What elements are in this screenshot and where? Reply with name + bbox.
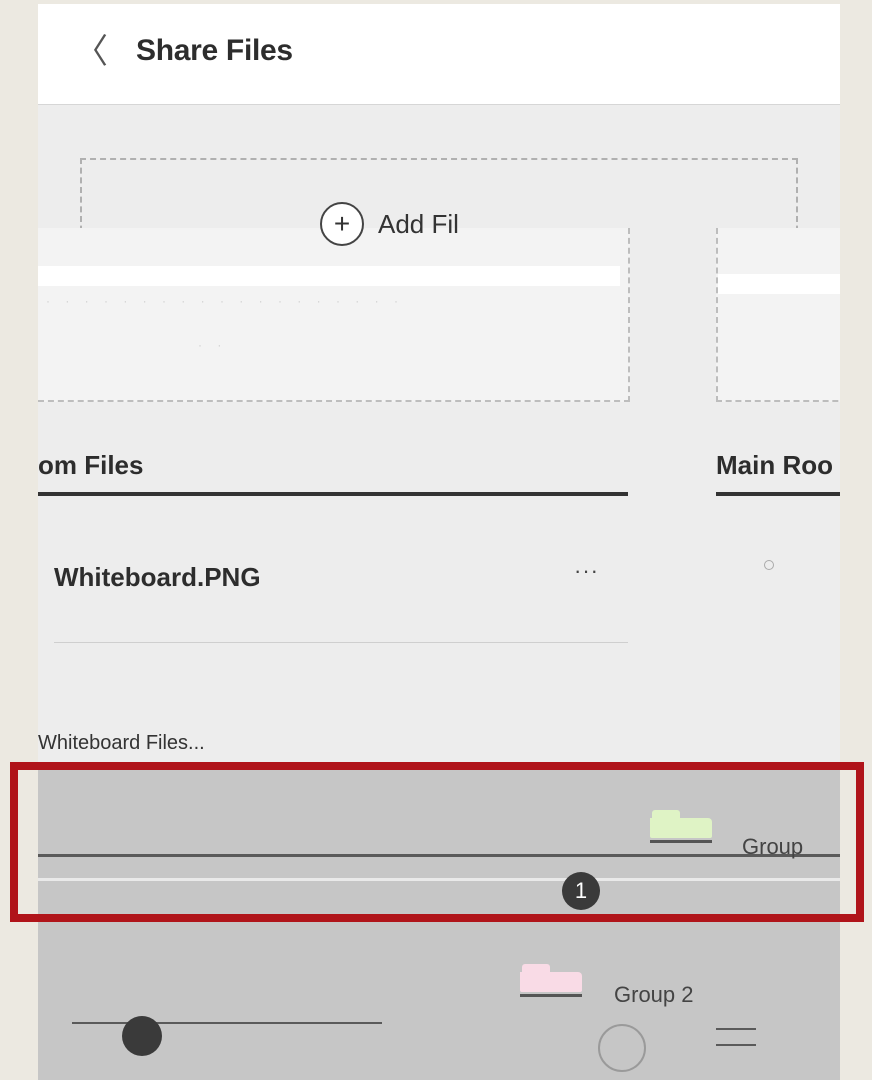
group-folder-icon (520, 964, 582, 998)
menu-icon[interactable] (716, 1044, 756, 1046)
menu-icon[interactable] (716, 1028, 756, 1030)
file-name: Whiteboard.PNG (54, 562, 261, 592)
folder-base (520, 994, 582, 997)
add-files-button[interactable]: + Add Fil (320, 202, 459, 246)
add-files-label: Add Fil (378, 208, 459, 239)
radio-icon[interactable] (764, 560, 774, 570)
main-room-card (716, 228, 840, 402)
panel-header: 〈 Share Files (38, 4, 840, 105)
room-files-card: · · · · · · · · · · · · · · · · · · · · … (38, 228, 630, 402)
row-divider (72, 1022, 382, 1024)
room-files-heading: om Files (38, 450, 144, 480)
group-label: Group 2 (614, 982, 694, 1007)
circle-icon[interactable] (598, 1024, 646, 1072)
more-options-icon[interactable]: ··· (574, 558, 599, 584)
main-room-underline (716, 492, 840, 496)
highlight-box (10, 762, 864, 922)
avatar (122, 1016, 162, 1056)
plus-circle-icon: + (320, 202, 364, 246)
noise-row: · · (198, 338, 228, 352)
glitched-header-strip: Whiteboard Files... (38, 732, 840, 754)
main-room-heading: Main Roo (716, 450, 833, 480)
folder-body (520, 972, 582, 992)
divider-bar (38, 266, 620, 286)
panel-title: Share Files (136, 34, 293, 67)
back-chevron-icon[interactable]: 〈 (74, 32, 108, 72)
strip-text: Whiteboard Files... (38, 732, 205, 754)
notification-badge: 1 (562, 872, 600, 910)
room-files-underline (38, 492, 628, 496)
divider-bar (718, 274, 840, 294)
noise-row: · · · · · · · · · · · · · · · · · · · (46, 294, 404, 308)
file-row[interactable]: Whiteboard.PNG ··· (54, 550, 628, 643)
